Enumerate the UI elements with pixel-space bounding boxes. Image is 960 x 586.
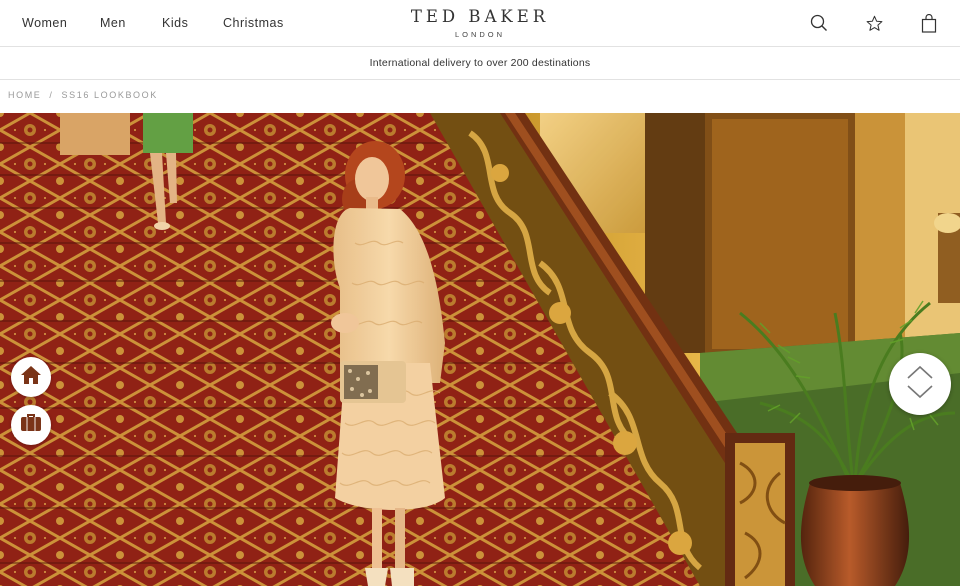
search-icon[interactable]: [808, 12, 830, 34]
home-icon: [20, 365, 42, 390]
chevron-up-down-icon: [905, 364, 935, 405]
breadcrumb-home[interactable]: HOME: [8, 90, 41, 100]
hero-image: [0, 113, 960, 586]
promo-text: International delivery to over 200 desti…: [369, 57, 591, 69]
breadcrumb-separator: /: [49, 90, 54, 100]
star-icon[interactable]: [863, 12, 885, 34]
bag-floating-button[interactable]: [11, 405, 51, 445]
shopping-bag-icon[interactable]: [918, 12, 940, 34]
promo-banner[interactable]: International delivery to over 200 desti…: [0, 48, 960, 80]
breadcrumb-current: SS16 LOOKBOOK: [61, 90, 158, 100]
breadcrumb: HOME / SS16 LOOKBOOK: [8, 90, 158, 100]
scroll-up-down-button[interactable]: [889, 353, 951, 415]
home-floating-button[interactable]: [11, 357, 51, 397]
top-navigation: Women Men Kids Christmas TED BAKER LONDO…: [0, 0, 960, 47]
briefcase-icon: [20, 413, 42, 438]
